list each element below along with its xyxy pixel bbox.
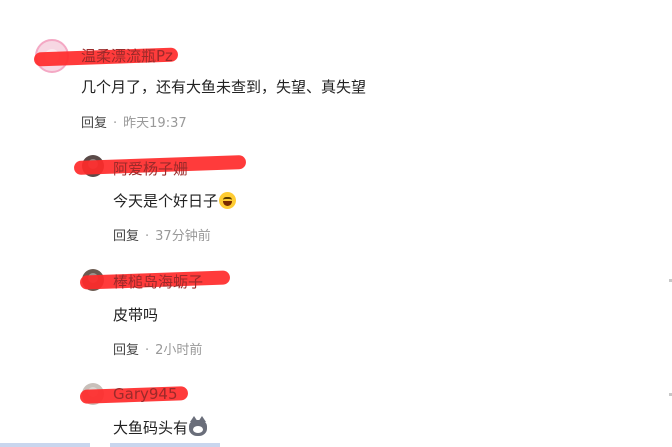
username[interactable]: 棒槌岛海蛎子 [113,271,203,292]
username[interactable]: Gary945 [113,385,178,403]
reply-item: 棒槌岛海蛎子 皮带吗 回复 · 2小时前 [0,264,672,364]
reply-button[interactable]: 回复 [113,343,139,358]
cutoff-content-strip [110,443,220,447]
comment-meta: 回复 · 2小时前 [113,339,202,358]
meta-separator: · [113,116,118,131]
comment-time: 昨天19:37 [123,116,187,131]
cat-face-detail [193,426,204,433]
reply-item: 阿爱杨子姗 今天是个好日子 回复 · 37分钟前 [0,150,672,250]
cat-face-icon [189,416,208,436]
comment-time: 2小时前 [155,343,203,358]
cutoff-content-strip [0,443,90,447]
reply-button[interactable]: 回复 [113,229,139,244]
comment-time: 37分钟前 [155,229,211,244]
meta-separator: · [145,229,150,244]
username[interactable]: 阿爱杨子姗 [113,158,188,179]
reply-item: Gary945 大鱼码头有 [0,378,672,447]
comment-text: 今天是个好日子 [113,190,237,211]
reply-button[interactable]: 回复 [81,116,107,131]
comment-meta: 回复 · 昨天19:37 [81,112,187,131]
comment-meta: 回复 · 37分钟前 [113,225,211,244]
meta-separator: · [145,343,150,358]
username[interactable]: 温柔漂流瓶Pz [81,45,173,66]
comment-text: 大鱼码头有 [113,416,208,438]
comment-text: 皮带吗 [113,306,159,324]
comment-text: 几个月了，还有大鱼未查到，失望、真失望 [81,78,367,96]
comment-text-body: 大鱼码头有 [113,419,189,437]
comment-text-body: 今天是个好日子 [113,192,219,210]
grinning-squinting-face-icon [219,192,237,209]
comment-item: 温柔漂流瓶Pz 几个月了，还有大鱼未查到，失望、真失望 回复 · 昨天19:37 [0,34,672,134]
